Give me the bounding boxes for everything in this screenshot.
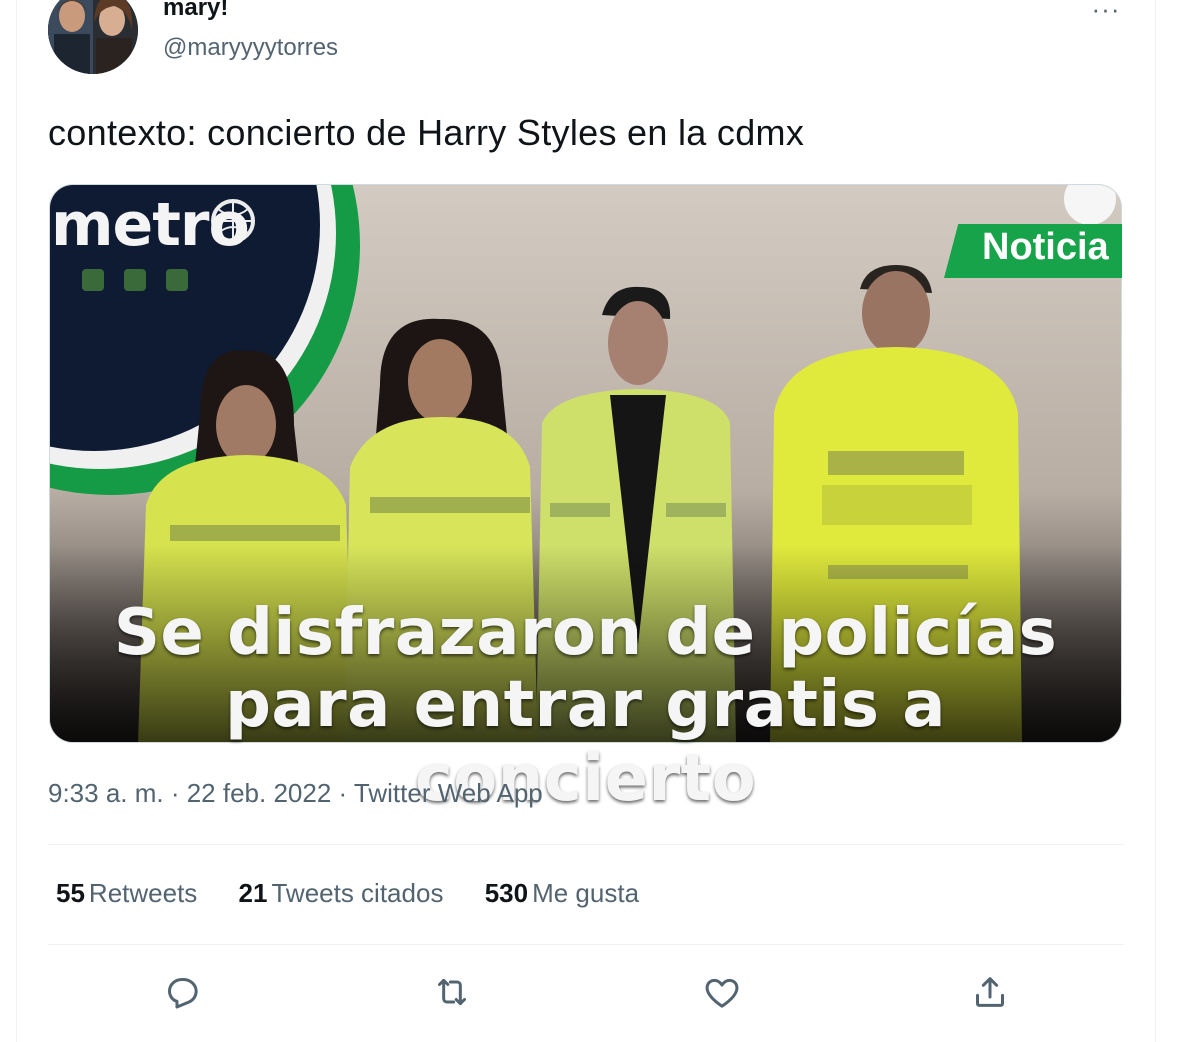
likes-stat[interactable]: 530 Me gusta [485,878,639,909]
tweet-stats: 55 Retweets 21 Tweets citados 530 Me gusta [56,878,673,909]
stat-count: 530 [484,878,529,908]
reply-button[interactable] [162,972,202,1012]
tweet-timestamp[interactable]: 9:33 a. m. · 22 feb. 2022 · Twitter Web … [48,778,543,809]
divider [48,944,1124,945]
retweets-stat[interactable]: 55 Retweets [56,878,197,909]
user-handle[interactable]: @maryyyytorres [163,34,338,62]
media-caption-line1: Se disfrazaron de policías [113,596,1058,670]
reply-icon [168,978,198,1009]
stat-label: Tweets citados [271,878,444,908]
display-name[interactable]: mary! [163,0,228,22]
stat-label: Me gusta [532,878,640,908]
retweet-button[interactable] [432,972,472,1012]
share-icon [976,977,1004,1007]
tweet-text: contexto: concierto de Harry Styles en l… [48,112,805,153]
noticia-badge-text: Noticia [982,226,1109,268]
like-button[interactable] [702,972,742,1012]
heart-icon [705,978,739,1008]
share-button[interactable] [970,972,1010,1012]
divider [48,844,1124,845]
metro-logo-text: metro [51,190,250,260]
stat-count: 55 [56,878,85,908]
more-options-icon[interactable]: ··· [1086,0,1126,24]
stat-count: 21 [238,878,268,908]
stat-label: Retweets [88,878,198,908]
retweet-icon [438,978,466,1006]
quote-tweets-stat[interactable]: 21 Tweets citados [239,878,444,909]
